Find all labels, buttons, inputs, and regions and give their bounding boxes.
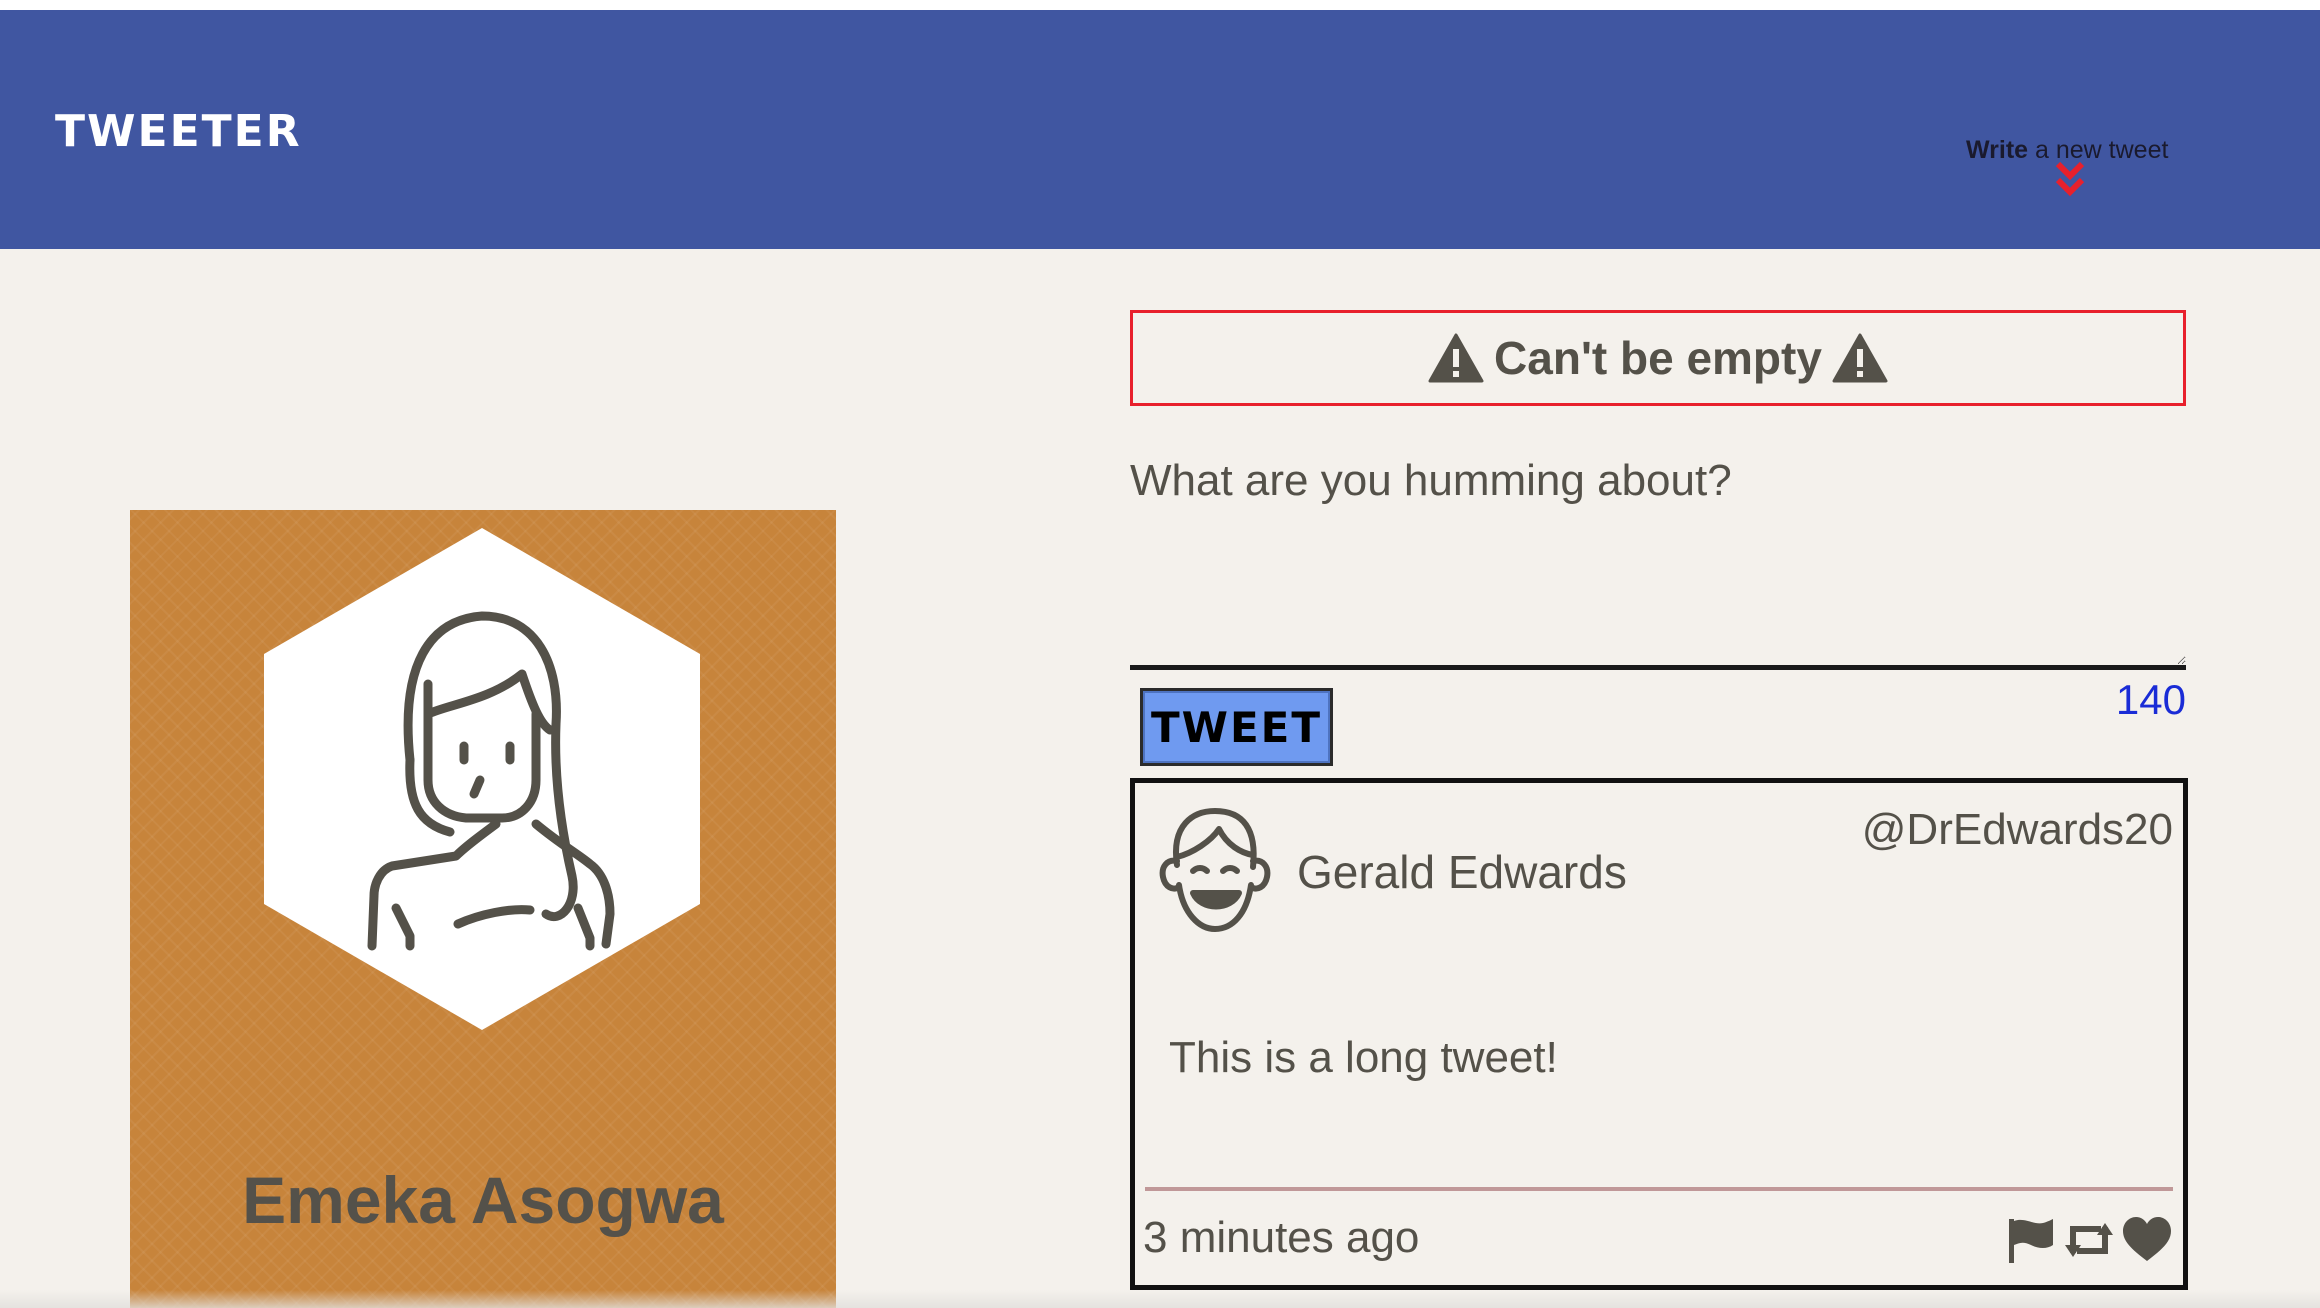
tweet-handle: @DrEdwards20: [1861, 805, 2173, 854]
tweet-body: This is a long tweet!: [1169, 1033, 1558, 1082]
heart-icon[interactable]: [2121, 1215, 2173, 1265]
double-chevron-down-icon[interactable]: [2054, 160, 2086, 202]
compose-link-rest: a new tweet: [2028, 136, 2169, 164]
profile-card: Emeka Asogwa: [130, 510, 836, 1308]
retweet-icon[interactable]: [2063, 1215, 2115, 1265]
flag-icon[interactable]: [2005, 1215, 2057, 1265]
navbar: TWEETER Write a new tweet: [0, 10, 2320, 249]
warning-icon: [1832, 333, 1888, 383]
profile-name: Emeka Asogwa: [242, 1163, 724, 1237]
warning-icon: [1428, 333, 1484, 383]
male-avatar-icon: [1159, 808, 1271, 932]
tweet-divider: [1145, 1187, 2173, 1191]
tweet-card: Gerald Edwards @DrEdwards20 This is a lo…: [1130, 778, 2188, 1290]
tweet-actions: [2005, 1215, 2173, 1265]
character-counter: 140: [2115, 676, 2186, 723]
error-message: Can't be empty: [1130, 310, 2186, 406]
tweet-author: Gerald Edwards: [1297, 846, 1627, 898]
error-text: Can't be empty: [1494, 332, 1822, 384]
tweet-button[interactable]: TWEET: [1140, 688, 1333, 766]
tweet-textarea[interactable]: [1130, 448, 2186, 670]
brand-logo[interactable]: TWEETER: [55, 106, 302, 157]
compose-link-bold: Write: [1966, 136, 2029, 164]
female-avatar-icon: [264, 528, 700, 1030]
top-strip: [0, 0, 2320, 10]
tweet-timestamp: 3 minutes ago: [1143, 1213, 1420, 1262]
